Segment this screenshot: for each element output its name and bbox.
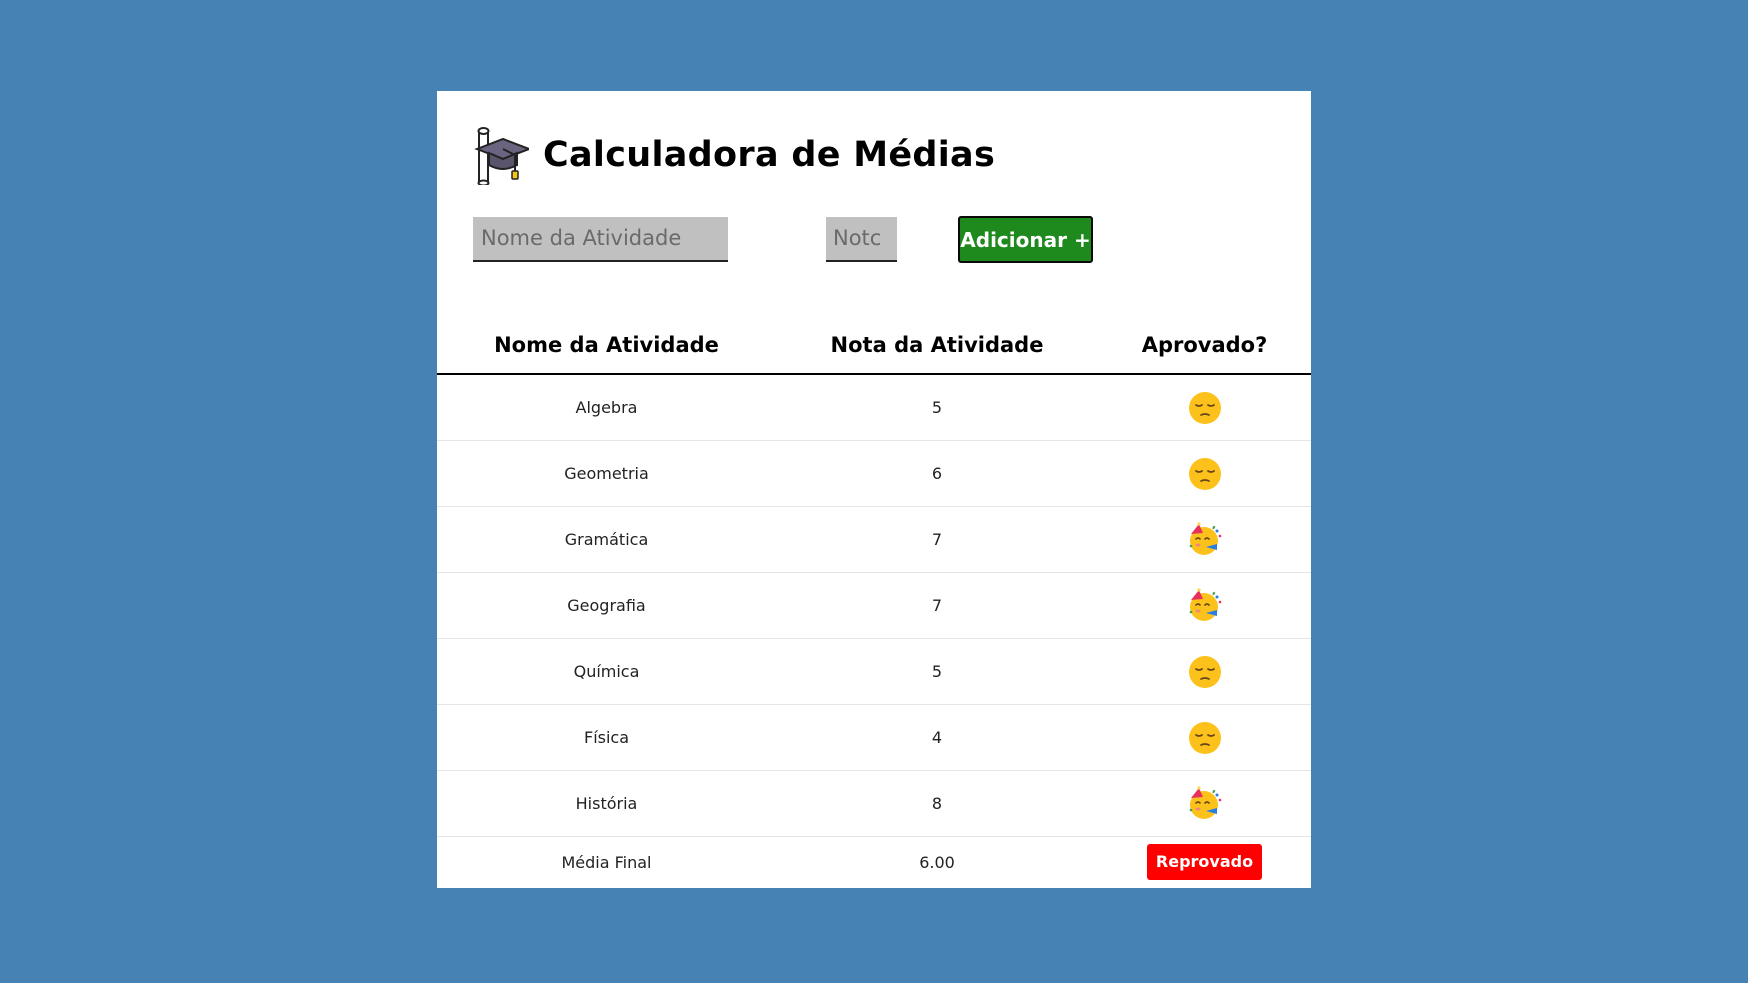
header: Calculadora de Médias: [473, 125, 995, 185]
activity-name-cell: Algebra: [437, 374, 776, 441]
table-row: Geometria 6: [437, 440, 1311, 507]
activity-name-cell: Gramática: [437, 506, 776, 573]
table-header-row: Nome da Atividade Nota da Atividade Apro…: [437, 317, 1311, 375]
final-average-row: Média Final 6.00 Reprovado: [437, 837, 1311, 888]
activity-grade-cell: 6: [776, 440, 1098, 507]
pensive-face-icon: [1187, 655, 1223, 688]
approved-cell: [1098, 506, 1311, 573]
approved-cell: [1098, 440, 1311, 507]
page-title: Calculadora de Médias: [543, 135, 996, 175]
approved-cell: [1098, 374, 1311, 441]
activity-name-cell: Física: [437, 704, 776, 771]
header-activity-grade: Nota da Atividade: [776, 317, 1098, 375]
final-result-cell: Reprovado: [1098, 837, 1311, 888]
final-average-value: 6.00: [919, 852, 955, 872]
activity-name-cell: Química: [437, 638, 776, 705]
activity-grade-cell: 5: [776, 374, 1098, 441]
final-average-label: Média Final: [561, 852, 652, 872]
table-row: Física 4: [437, 704, 1311, 771]
approved-cell: [1098, 638, 1311, 705]
table-row: Gramática 7: [437, 506, 1311, 573]
pensive-face-icon: [1187, 721, 1223, 754]
partying-face-icon: [1187, 521, 1223, 555]
add-button[interactable]: Adicionar +: [958, 216, 1093, 263]
activity-grade-cell: 8: [776, 770, 1098, 837]
activity-grade-cell: 7: [776, 572, 1098, 639]
activity-name-cell: História: [437, 770, 776, 837]
header-approved: Aprovado?: [1098, 317, 1311, 375]
partying-face-icon: [1187, 587, 1223, 621]
activity-grade-input[interactable]: Notc: [826, 217, 897, 262]
partying-face-icon: [1187, 785, 1223, 819]
calculator-card: Calculadora de Médias Nome da Atividade …: [437, 91, 1311, 888]
activity-name-input[interactable]: Nome da Atividade: [473, 217, 728, 262]
table-row: Química 5: [437, 638, 1311, 705]
header-activity-name: Nome da Atividade: [437, 317, 776, 375]
activity-name-cell: Geometria: [437, 440, 776, 507]
approved-cell: [1098, 770, 1311, 837]
graduation-cap-icon: [474, 127, 529, 185]
pensive-face-icon: [1187, 457, 1223, 490]
approved-cell: [1098, 704, 1311, 771]
activity-grade-cell: 5: [776, 638, 1098, 705]
activity-grade-cell: 4: [776, 704, 1098, 771]
table-row: Geografia 7: [437, 572, 1311, 639]
activity-grade-cell: 7: [776, 506, 1098, 573]
approved-cell: [1098, 572, 1311, 639]
activity-name-cell: Geografia: [437, 572, 776, 639]
table-row: História 8: [437, 770, 1311, 837]
pensive-face-icon: [1187, 391, 1223, 424]
activities-table: Nome da Atividade Nota da Atividade Apro…: [437, 317, 1311, 887]
table-row: Algebra 5: [437, 374, 1311, 441]
status-badge: Reprovado: [1146, 844, 1263, 880]
